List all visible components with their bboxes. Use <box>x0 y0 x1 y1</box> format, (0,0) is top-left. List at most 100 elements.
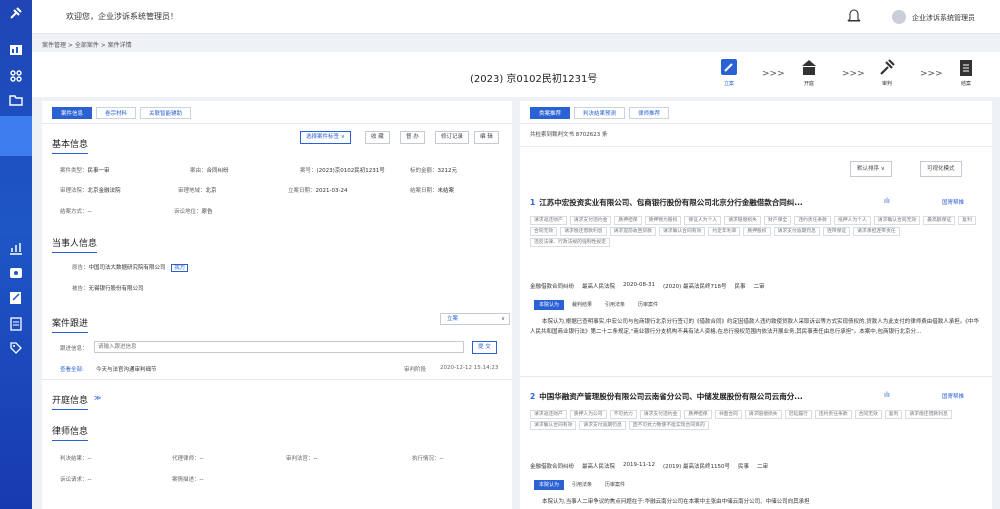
result-title[interactable]: 2 中国华融资产管理股份有限公司云南省分公司、中储发展股份有限公司云南分... <box>530 391 803 402</box>
result-title[interactable]: 1 江苏中宏投资实业有限公司、包商银行股份有限公司北京分行金融借款合同纠... <box>530 197 803 208</box>
progress-input[interactable] <box>94 341 464 353</box>
progress-time: 2020-12-12 15:14:23 <box>440 365 499 371</box>
dashboard-icon[interactable] <box>8 42 24 58</box>
tab-smart-assist[interactable]: 关联智能辅助 <box>140 107 192 119</box>
revision-history-button[interactable]: 修订记录 <box>435 131 470 144</box>
case-tag[interactable]: 因不可抗力致使不能实现合同目的 <box>628 421 709 430</box>
subtab-laws[interactable]: 引用法条 <box>600 300 630 310</box>
tab-lawyer-recommend[interactable]: 律师推荐 <box>629 107 670 119</box>
case-tag[interactable]: 迟延履行 <box>784 410 812 419</box>
subtab-opinion[interactable]: 本院认为 <box>534 480 565 490</box>
chart-small-icon[interactable]: ılı <box>884 391 890 399</box>
case-tag[interactable]: 不可抗力 <box>609 410 637 419</box>
field-agent-lawyer: 代理律师：-- <box>172 456 204 462</box>
case-tag[interactable]: 请求支付违约金 <box>569 216 612 225</box>
step-label: 开庭 <box>803 81 814 87</box>
step-close[interactable]: 结案 <box>957 58 975 87</box>
sort-select[interactable]: 默认排序 ∨ <box>850 161 892 177</box>
case-tag[interactable]: 请求确认合同有效 <box>530 421 577 430</box>
tag-icon[interactable] <box>8 340 24 356</box>
progress-stage-select[interactable]: 立案 ∨ <box>440 313 510 325</box>
field-judgment: 判决结果：-- <box>60 456 92 462</box>
case-tag[interactable]: 请求提前收回贷款 <box>609 227 656 236</box>
case-tag[interactable]: 质押物为股权 <box>644 216 682 225</box>
case-tag[interactable]: 复利 <box>958 216 976 225</box>
apps-icon[interactable] <box>8 68 24 84</box>
case-tag[interactable]: 质押人为公司 <box>569 410 607 419</box>
case-tag[interactable]: 质押股权 <box>743 227 771 236</box>
case-header: (2023) 京0102民初1231号 立案 >>> 开庭 >>> 审判 >>>… <box>32 52 1000 97</box>
tab-similar-cases[interactable]: 类案推荐 <box>530 107 571 119</box>
case-tag[interactable]: 合同无效 <box>854 410 882 419</box>
recommend-link[interactable]: 国寄帮推 <box>942 198 964 206</box>
result-meta: 金融借款合同纠纷 最高人民法院 2019-11-12 (2019) 最高法民终1150… <box>530 462 769 470</box>
case-tag[interactable]: 请求偿还借款利息 <box>560 227 607 236</box>
favorite-button[interactable]: 收 藏 <box>365 131 390 144</box>
field-case-type: 案件类型：民事一审 <box>60 168 110 174</box>
view-all-link[interactable]: 查看全部: <box>60 365 84 373</box>
case-tag[interactable]: 财产保全 <box>763 216 792 225</box>
step-hearing[interactable]: 开庭 <box>800 58 818 87</box>
case-tag[interactable]: 合同无效 <box>530 227 558 236</box>
case-tag[interactable]: 请求赔偿损失 <box>724 216 761 225</box>
case-tag[interactable]: 请求确认合同无效 <box>873 216 921 225</box>
sidebar-active-item[interactable] <box>0 116 32 156</box>
case-tag[interactable]: 违约责任条款 <box>814 410 852 419</box>
submit-button[interactable]: 提 交 <box>472 341 497 354</box>
step-trial[interactable]: 审判 <box>878 58 896 87</box>
expand-icon[interactable]: ≫ <box>94 394 101 402</box>
case-tag[interactable]: 抵押人为个人 <box>833 216 871 225</box>
case-tag[interactable]: 请求支付违约金 <box>639 410 682 419</box>
case-tag[interactable]: 请求返还财产 <box>530 216 567 225</box>
defendant-row: 被告：无锡银行股份有限公司 <box>72 286 144 292</box>
case-tag[interactable]: 请求返还财产 <box>530 410 567 419</box>
case-tag[interactable]: 连带保证 <box>822 227 851 236</box>
case-tag[interactable]: 请求承担连带责任 <box>853 227 900 236</box>
case-tag[interactable]: 违反法律、行政法规的强制性规定 <box>530 238 610 247</box>
folder-icon[interactable] <box>8 92 24 108</box>
select-tag-button[interactable]: 选择案件标签 ∨ <box>300 131 351 144</box>
visual-mode-button[interactable]: 可视化模式 <box>920 161 962 177</box>
case-tag[interactable]: 请求偿还借款利息 <box>905 410 952 419</box>
message-icon[interactable] <box>8 265 24 281</box>
tab-prediction[interactable]: 判决结果预测 <box>574 107 626 119</box>
edit-button[interactable]: 编 辑 <box>474 131 499 144</box>
field-amount: 标的金额：3212元 <box>410 168 458 174</box>
case-tag[interactable]: 请求确认合同有效 <box>658 227 706 236</box>
edit-doc-icon[interactable] <box>8 290 24 306</box>
parties-title: 当事人信息 <box>52 236 98 253</box>
case-tag[interactable]: 约定年利率 <box>708 227 741 236</box>
sidebar <box>0 0 32 509</box>
case-tag[interactable]: 复利 <box>884 410 903 419</box>
case-tag[interactable]: 请求支付逾期罚息 <box>579 421 626 430</box>
subtab-judgment[interactable]: 裁判结果 <box>567 300 597 310</box>
recommend-link[interactable]: 国寄帮推 <box>942 392 964 400</box>
field-cause: 案由：合同纠纷 <box>190 168 229 174</box>
case-tag[interactable]: 违约责任条款 <box>794 216 831 225</box>
step-filing[interactable]: 立案 <box>720 58 738 87</box>
case-tag[interactable]: 请求支付逾期罚息 <box>773 227 820 236</box>
result-excerpt: 本院认为,当事人二审争议的焦点问题在于:华融云南分公司在本案中主张由中储云南分公… <box>542 499 810 505</box>
case-tag[interactable]: 最高额保证 <box>923 216 956 225</box>
chart-small-icon[interactable]: ılı <box>884 197 890 205</box>
bell-icon[interactable] <box>847 7 861 23</box>
case-tag[interactable]: 请求赔偿损失 <box>744 410 782 419</box>
avatar[interactable] <box>892 10 906 24</box>
case-tag[interactable]: 质押担保 <box>614 216 642 225</box>
step-arrow: >>> <box>762 69 785 79</box>
subtab-history[interactable]: 历审案件 <box>600 480 630 490</box>
subtab-laws[interactable]: 引用法条 <box>567 480 597 490</box>
tab-dossier[interactable]: 卷宗材料 <box>96 107 137 119</box>
subtab-opinion[interactable]: 本院认为 <box>534 300 565 310</box>
case-tag[interactable]: 保证人为个人 <box>684 216 722 225</box>
tab-case-info[interactable]: 案件信息 <box>52 107 93 119</box>
username[interactable]: 企业涉诉系统管理员 <box>912 13 975 23</box>
result-excerpt: 本院认为,根据已查明事实,中宏公司与包商银行北京分行签订的《借款合同》约定因借款… <box>530 319 980 335</box>
supervise-button[interactable]: 督 办 <box>400 131 425 144</box>
case-tag[interactable]: 质押担保 <box>684 410 712 419</box>
subtab-history[interactable]: 历审案件 <box>633 300 663 310</box>
chart-icon[interactable] <box>8 240 24 256</box>
step-label: 立案 <box>723 81 734 87</box>
case-tag[interactable]: 书面合同 <box>714 410 742 419</box>
document-icon[interactable] <box>8 316 24 332</box>
